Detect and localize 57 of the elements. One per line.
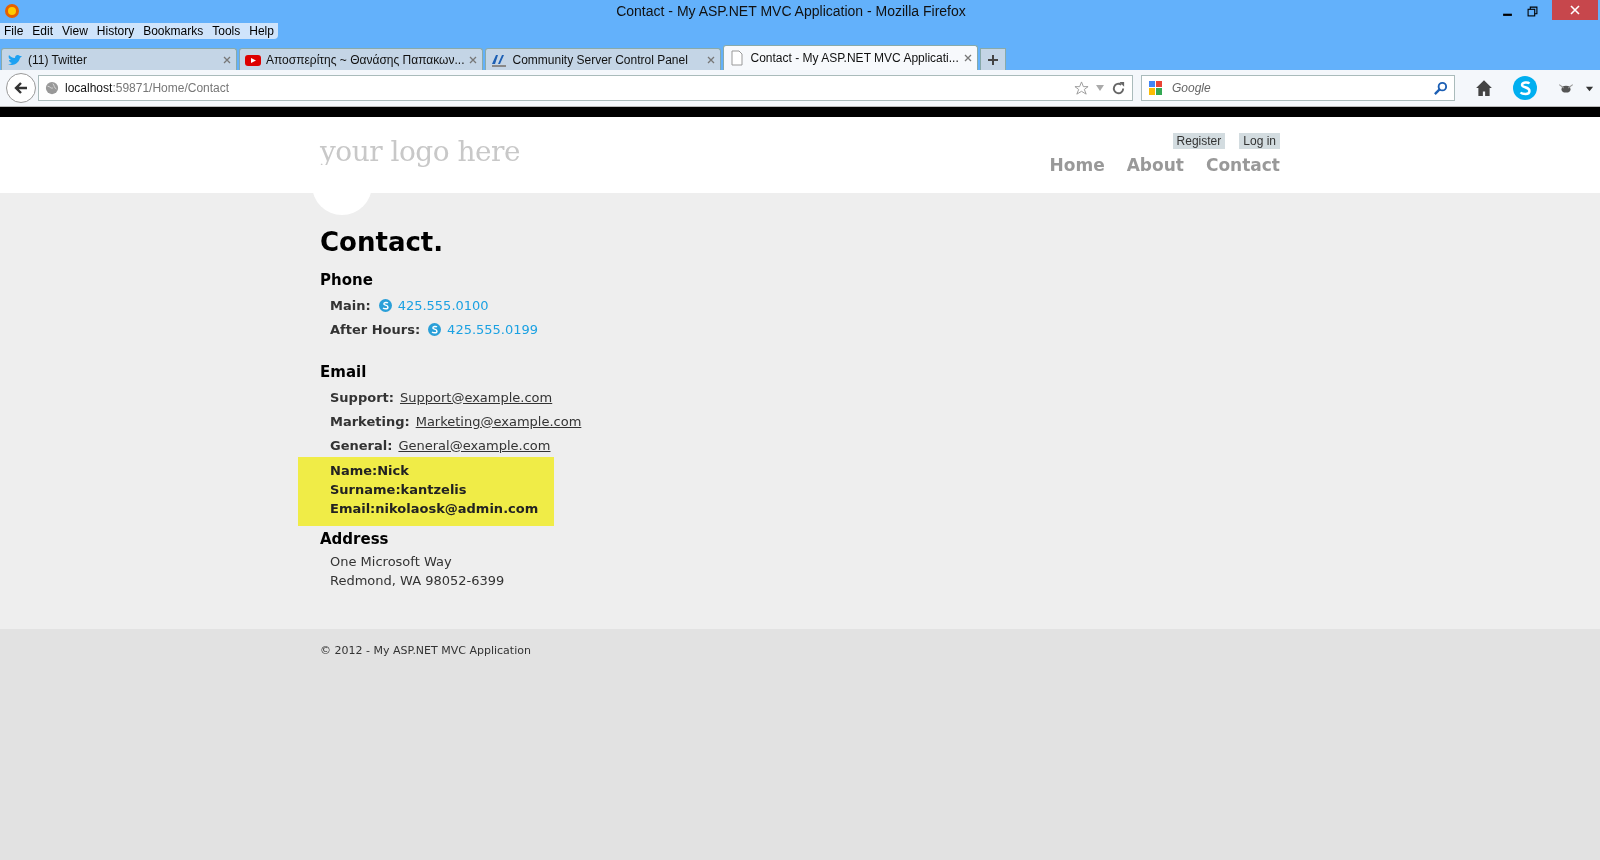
reload-icon[interactable] xyxy=(1111,80,1126,96)
star-icon[interactable] xyxy=(1074,80,1089,96)
search-bar[interactable]: Google xyxy=(1141,75,1455,101)
address-bar[interactable]: localhost:59871/Home/Contact xyxy=(38,75,1133,101)
close-tab-icon[interactable] xyxy=(707,55,716,64)
back-arrow-icon xyxy=(13,80,29,96)
email-link[interactable]: Support@example.com xyxy=(400,389,553,405)
menu-item[interactable]: History xyxy=(96,24,135,38)
auth-link[interactable]: Log in xyxy=(1239,133,1280,149)
url-text: localhost:59871/Home/Contact xyxy=(65,81,231,95)
back-button[interactable] xyxy=(6,73,36,103)
menu-item[interactable]: Help xyxy=(249,24,274,38)
globe-icon xyxy=(45,81,59,95)
field-label: Support: xyxy=(330,389,394,405)
section-heading: Email xyxy=(320,363,367,381)
field-label: After Hours: xyxy=(330,321,421,337)
window-title: Contact - My ASP.NET MVC Application - Mozilla Firefox xyxy=(616,3,966,19)
skype-icon xyxy=(428,322,442,336)
browser-logo-icon xyxy=(4,3,20,19)
browser-tab[interactable]: Αποσπερίτης ~ Θανάσης Παπακων... xyxy=(239,48,484,70)
address-line: Redmond, WA 98052-6399 xyxy=(329,572,506,590)
close-tab-icon[interactable] xyxy=(469,55,478,64)
browser-tab[interactable]: (11) Twitter xyxy=(1,48,237,70)
page-heading: Contact. xyxy=(320,227,444,257)
search-icon[interactable] xyxy=(1433,80,1448,96)
field-label: Main: xyxy=(330,297,371,313)
user-detail: Name:Nick xyxy=(330,462,410,480)
user-detail: Surname:kantzelis xyxy=(330,481,468,499)
footer-text: © 2012 - My ASP.NET MVC Application xyxy=(320,644,531,657)
plus-icon xyxy=(987,54,998,65)
page-icon xyxy=(729,50,746,66)
browser-tab[interactable]: Community Server Control Panel xyxy=(485,48,722,70)
field-label: Marketing: xyxy=(330,413,410,429)
auth-link[interactable]: Register xyxy=(1172,133,1226,149)
close-button[interactable] xyxy=(1552,0,1598,20)
close-icon xyxy=(1570,5,1580,15)
menu-item[interactable]: Bookmarks xyxy=(143,24,204,38)
menu-item[interactable]: Tools xyxy=(212,24,241,38)
new-tab-button[interactable] xyxy=(979,48,1006,70)
email-link[interactable]: General@example.com xyxy=(398,437,551,453)
email-link[interactable]: Marketing@example.com xyxy=(415,413,582,429)
menu-item[interactable]: Edit xyxy=(32,24,54,38)
browser-tab[interactable]: Contact - My ASP.NET MVC Applicati... xyxy=(723,45,978,70)
address-line: One Microsoft Way xyxy=(329,553,453,571)
menu-item[interactable]: File xyxy=(4,24,24,38)
section-heading: Address xyxy=(320,530,389,548)
search-engine-icon[interactable] xyxy=(1148,80,1164,96)
close-tab-icon[interactable] xyxy=(223,55,231,64)
home-icon[interactable] xyxy=(1475,79,1493,97)
restore-icon[interactable] xyxy=(1527,5,1538,17)
user-detail: Email:nikolaosk@admin.com xyxy=(330,500,540,518)
skype-icon xyxy=(378,298,392,312)
menu-item[interactable]: View xyxy=(62,24,88,38)
section-heading: Phone xyxy=(320,271,373,289)
search-input[interactable]: Google xyxy=(1170,80,1427,96)
field-label: General: xyxy=(330,437,393,453)
close-tab-icon[interactable] xyxy=(963,54,972,62)
